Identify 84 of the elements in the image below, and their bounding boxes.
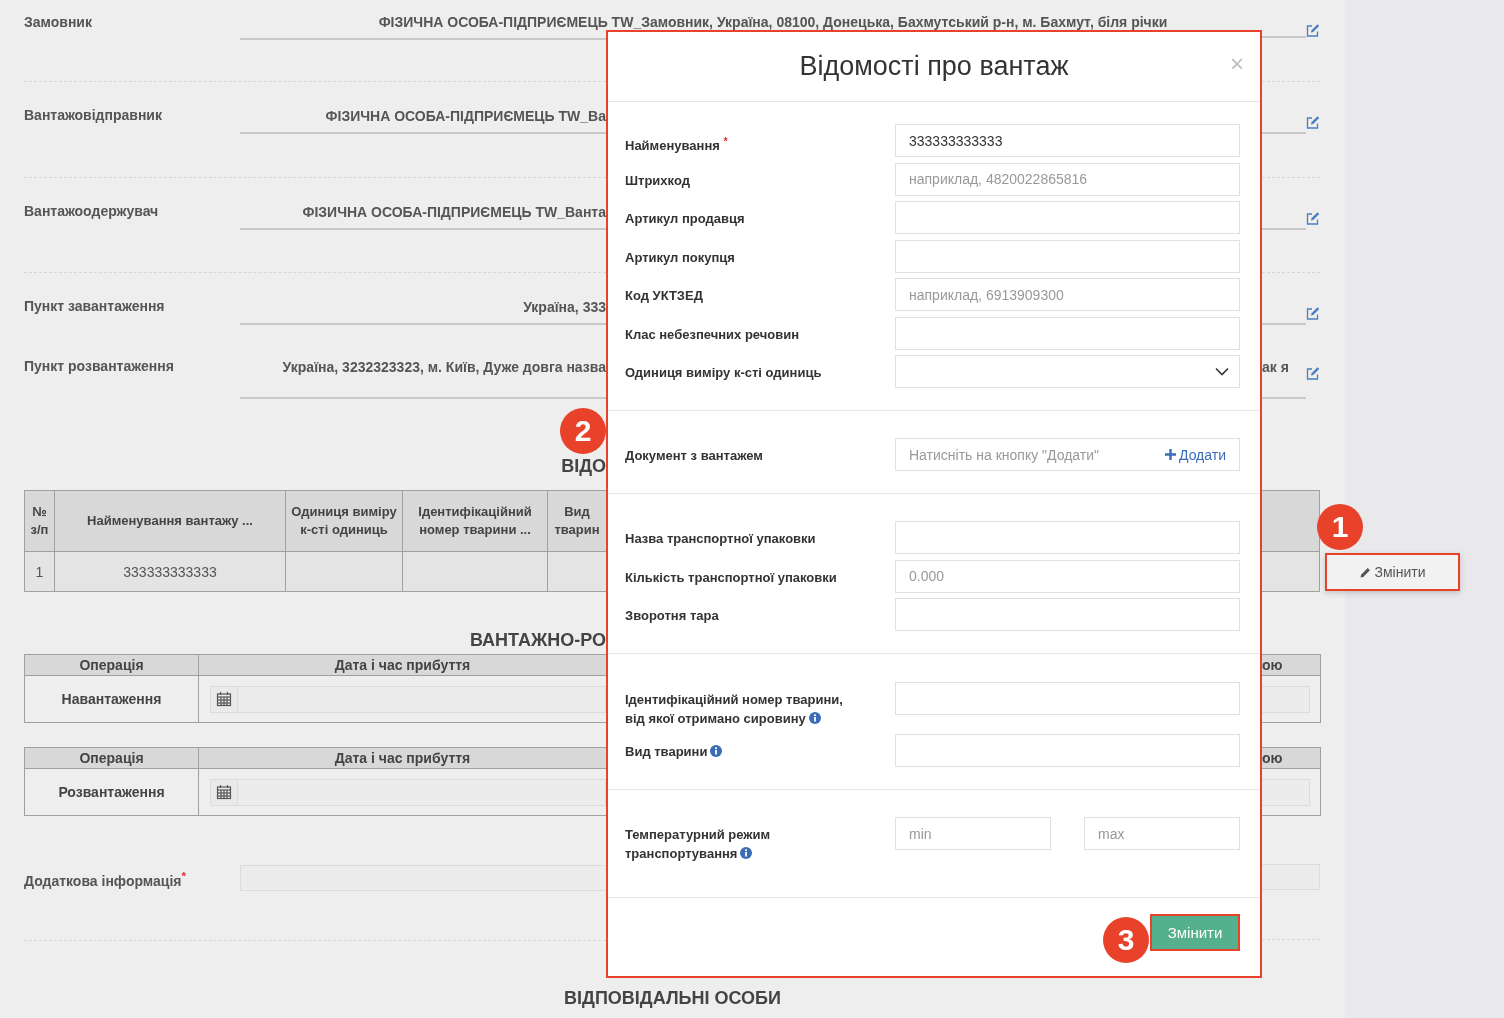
field-value: Україна, 333: [523, 299, 606, 315]
edit-icon[interactable]: [1306, 307, 1320, 320]
min-field[interactable]: min: [895, 817, 1051, 850]
field-label: Вантажоодержувач: [24, 202, 160, 220]
table-cell: 333333333333: [55, 552, 286, 591]
field-label: Температурний режим транспортування: [625, 826, 772, 863]
section-heading: ВІДО: [560, 456, 606, 476]
column-header: ою: [1262, 655, 1320, 676]
date-field[interactable]: [1262, 685, 1310, 713]
text-field[interactable]: [895, 239, 1240, 273]
field-label: Артикул продавця: [625, 210, 746, 228]
field-label: Артикул покупця: [625, 248, 736, 267]
field-label: Пункт розвантаження: [24, 357, 175, 375]
field-label: Замовник: [23, 13, 93, 31]
field-value: ФІЗИЧНА ОСОБА-ПІДПРИЄМЕЦЬ TW_Замовник, Україна, 08100, Донецька, Бахмутський р-н, м. Бахмут, біля річки: [377, 13, 1169, 31]
column-header: № з/п: [25, 491, 55, 551]
text-field[interactable]: [895, 201, 1240, 234]
field-label: Клас небезпечних речовин: [625, 325, 801, 344]
chevron-down-icon: [1215, 367, 1229, 376]
field-label: Зворотня тара: [625, 607, 720, 625]
calendar-button[interactable]: [210, 685, 238, 713]
field-value: ФІЗИЧНА ОСОБА-ПІДПРИЄМЕЦЬ TW_Ва: [325, 108, 606, 124]
section-heading: ВІДПОВІДАЛЬНІ ОСОБИ: [564, 987, 781, 1009]
date-field[interactable]: [1262, 778, 1310, 806]
text-field[interactable]: 333333333333: [895, 124, 1240, 157]
field-label: Документ з вантажем: [625, 447, 764, 465]
column-header: ою: [1262, 748, 1320, 769]
calendar-button[interactable]: [210, 778, 238, 806]
text-field[interactable]: наприклад, 6913909300: [895, 278, 1240, 311]
text-field[interactable]: 0.000: [895, 559, 1240, 593]
field-value: ФІЗИЧНА ОСОБА-ПІДПРИЄМЕЦЬ TW_Ванта: [302, 204, 606, 220]
text-field[interactable]: наприклад, 4820022865816: [895, 162, 1240, 196]
date-field[interactable]: [238, 685, 606, 713]
plus-icon: [1165, 449, 1176, 460]
column-header: Операція: [25, 748, 199, 768]
column-header: Дата і час прибуття: [333, 656, 472, 675]
column-header: Одиниця виміру к-сті одиниць: [286, 491, 403, 551]
calendar-icon: [216, 691, 232, 707]
edit-icon[interactable]: [1306, 24, 1320, 37]
column-header: Найменування вантажу ...: [55, 491, 286, 551]
text-field[interactable]: [240, 865, 606, 891]
info-icon[interactable]: [808, 712, 821, 724]
placeholder-text: Натисніть на кнопку "Додати": [909, 446, 1099, 463]
field-label: Вантажовідправник: [24, 106, 163, 124]
edit-icon[interactable]: [1306, 212, 1320, 225]
field-value: Україна, 3232323323, м. Київ, Дуже довга назва: [282, 359, 606, 375]
field-label: Одиниця виміру к-сті одиниць: [625, 364, 823, 382]
field-label: Кількість транспортної упаковки: [625, 568, 838, 587]
field-label: Вид тварини: [625, 734, 853, 761]
text-field[interactable]: [895, 598, 1240, 631]
field-label: Ідентифікаційний номер тварини, від якої отримано сировину: [625, 691, 844, 728]
modal-title: Відомості про вантаж: [799, 51, 1069, 82]
field-label: Додаткова інформація$^{*}$: [24, 868, 187, 890]
info-icon[interactable]: [740, 847, 753, 859]
table-cell: 1: [25, 552, 55, 591]
text-field[interactable]: [1262, 864, 1320, 890]
text-field[interactable]: [895, 734, 1240, 767]
edit-icon[interactable]: [1306, 367, 1320, 380]
text-field[interactable]: [895, 682, 1240, 715]
max-field[interactable]: max: [1084, 817, 1240, 850]
table-cell: Навантаження: [25, 676, 199, 722]
section-heading: ВАНТАЖНО-РО: [469, 630, 606, 650]
field-label: Назва транспортної упаковки: [625, 530, 817, 548]
edit-icon[interactable]: [1306, 116, 1320, 129]
column-header: Дата і час прибуття: [333, 749, 472, 768]
field-label: Код УКТЗЕД: [625, 287, 704, 305]
calendar-icon: [216, 784, 232, 800]
text-field[interactable]: [895, 316, 1240, 350]
field-value: ак я: [1262, 359, 1289, 375]
info-icon[interactable]: [710, 745, 723, 757]
add-link[interactable]: Додати: [1165, 446, 1226, 463]
field-label: Найменування $^{*}$: [625, 134, 729, 156]
field-label: Штрихкод: [625, 171, 691, 190]
field-label: Пункт завантаження: [24, 297, 166, 315]
pencil-icon: [1359, 566, 1371, 578]
table-cell: Розвантаження: [25, 769, 199, 815]
table-cell: [1262, 552, 1319, 591]
column-header: Ідентифікаційний номер тварини ...: [403, 491, 548, 551]
edit-button[interactable]: Змінити: [1325, 553, 1460, 591]
dropdown[interactable]: [895, 355, 1240, 388]
date-field[interactable]: [238, 778, 606, 806]
text-field[interactable]: [895, 521, 1240, 554]
column-header: Операція: [25, 655, 199, 675]
document-field[interactable]: Натисніть на кнопку "Додати" Додати: [895, 438, 1240, 471]
